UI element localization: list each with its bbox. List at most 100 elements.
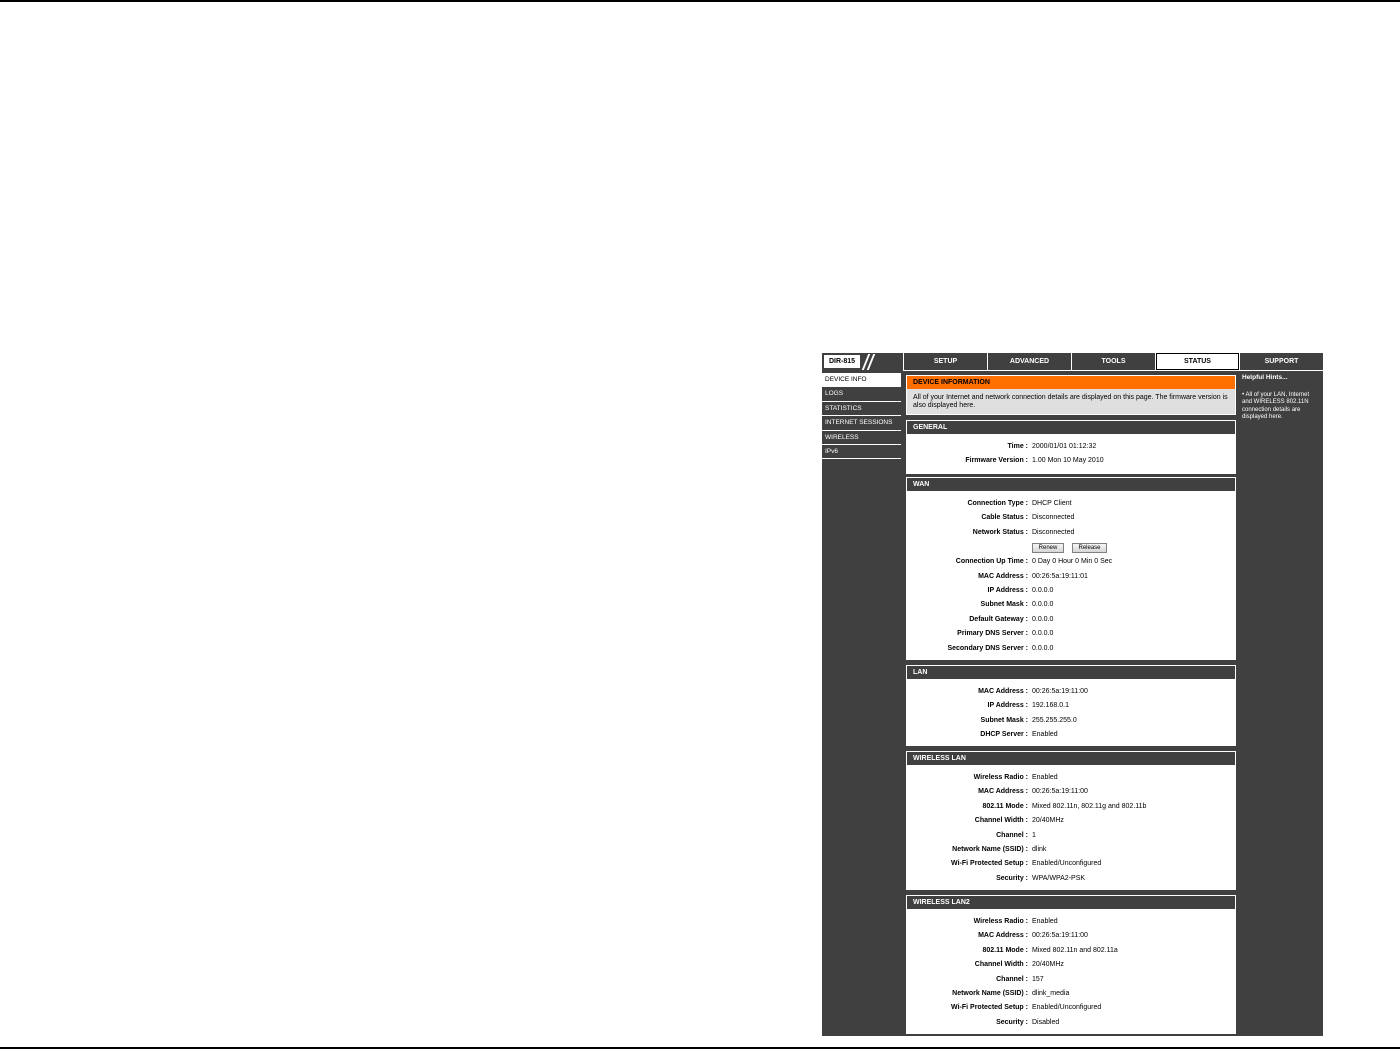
wan-ip-address-label: IP Address : [987,586,1028,594]
wlan2-80211-mode-value: Mixed 802.11n and 802.11a [1032,946,1118,954]
wan-section: WAN Connection Type : DHCP Client Cable … [906,477,1236,660]
wan-subnet-mask-row: Subnet Mask : 0.0.0.0 [907,598,1235,612]
model-number: DIR-815 [824,355,860,368]
hints-title: Helpful Hints... [1242,374,1288,381]
wlan2-wireless-radio-value: Enabled [1032,918,1058,925]
sidebar-item-statistics[interactable]: STATISTICS [822,402,901,417]
wlan2-channel-width-row: Channel Width : 20/40MHz [907,958,1235,972]
secondary-dns-server-value: 0.0.0.0 [1032,644,1054,652]
wlan-channel-label: Channel : [996,831,1028,839]
wlan2-channel-value: 157 [1032,975,1044,983]
wlan2-channel-width-label: Channel Width : [974,961,1028,969]
sidebar-item-wireless[interactable]: WIRELESS [822,431,901,445]
wan-ip-address-row: IP Address : 0.0.0.0 [907,584,1235,598]
connection-up-time-label: Connection Up Time : [955,558,1028,566]
wan-section-title: WAN [907,478,1235,491]
bottom-rule [0,1047,1400,1049]
dhcp-server-row: DHCP Server : Enabled [907,728,1235,742]
cable-status-row: Cable Status : Disconnected [907,511,1235,525]
primary-dns-server-row: Primary DNS Server : 0.0.0.0 [907,627,1235,641]
dhcp-server-label: DHCP Server : [980,731,1028,739]
router-status-page: DIR-815 SETUP ADVANCED TOOLS STATUS SUPP… [822,353,1323,1036]
wlan2-channel-label: Channel : [996,975,1028,983]
main-content: DEVICE INFORMATION All of your Internet … [903,371,1239,1036]
firmware-version-row: Firmware Version : 1.00 Mon 10 May 2010 [907,454,1235,468]
lan-ip-address-label: IP Address : [987,702,1028,710]
helpful-hints-panel: Helpful Hints... • All of your LAN, Inte… [1239,371,1323,1036]
lan-section: LAN MAC Address : 00:26:5a:19:11:00 IP A… [906,665,1236,746]
sidebar: DEVICE INFO LOGS STATISTICS INTERNET SES… [822,371,903,1036]
tab-tools[interactable]: TOOLS [1071,353,1155,371]
lan-subnet-mask-label: Subnet Mask : [980,716,1028,724]
tab-support[interactable]: SUPPORT [1239,353,1323,371]
time-label: Time : [1007,443,1029,450]
lan-section-body: MAC Address : 00:26:5a:19:11:00 IP Addre… [907,679,1235,743]
cable-status-label: Cable Status : [981,514,1028,522]
time-value: 2000/01/01 01:12:32 [1032,443,1097,450]
wireless-lan-section-body: Wireless Radio : Enabled MAC Address : 0… [907,765,1235,886]
general-section-title: GENERAL [907,421,1235,434]
wireless-lan-section: WIRELESS LAN Wireless Radio : Enabled MA… [906,751,1236,890]
renew-button[interactable]: Renew [1032,542,1064,553]
wan-subnet-mask-label: Subnet Mask : [980,601,1028,609]
general-section: GENERAL Time : 2000/01/01 01:12:32 Firmw… [906,420,1236,474]
sidebar-item-internet-sessions[interactable]: INTERNET SESSIONS [822,416,901,431]
wireless-lan2-section-title: WIRELESS LAN2 [907,896,1235,909]
firmware-version-label: Firmware Version : [965,457,1028,465]
top-rule [0,0,1400,2]
firmware-version-value: 1.00 Mon 10 May 2010 [1032,457,1104,465]
wlan-wps-label: Wi-Fi Protected Setup : [951,860,1028,868]
wlan-80211-mode-label: 802.11 Mode : [982,802,1028,810]
product-logo: DIR-815 [822,353,903,371]
wlan-mac-address-value: 00:26:5a:19:11:00 [1032,788,1088,796]
wlan-ssid-row: Network Name (SSID) : dlink [907,843,1235,857]
primary-dns-server-value: 0.0.0.0 [1032,630,1054,638]
page-title: DEVICE INFORMATION [907,376,1235,389]
tab-advanced[interactable]: ADVANCED [987,353,1071,371]
secondary-dns-server-label: Secondary DNS Server : [947,644,1028,652]
wlan2-security-row: Security : Disabled [907,1016,1235,1030]
wlan-wireless-radio-value: Enabled [1032,774,1058,781]
wlan-mac-address-label: MAC Address : [978,788,1028,796]
lan-subnet-mask-row: Subnet Mask : 255.255.255.0 [907,714,1235,728]
lan-ip-address-value: 192.168.0.1 [1032,702,1069,710]
sidebar-item-ipv6[interactable]: IPv6 [822,445,901,460]
wan-mac-address-value: 00:26:5a:19:11:01 [1032,572,1088,580]
page-description: All of your Internet and network connect… [913,394,1228,409]
wlan2-wps-value: Enabled/Unconfigured [1032,1004,1102,1012]
wlan2-wireless-radio-row: Wireless Radio : Enabled [907,915,1235,929]
connection-type-value: DHCP Client [1032,500,1072,507]
lan-ip-address-row: IP Address : 192.168.0.1 [907,699,1235,713]
wlan2-80211-mode-row: 802.11 Mode : Mixed 802.11n and 802.11a [907,944,1235,958]
wlan-ssid-value: dlink [1032,845,1047,853]
wlan-wireless-radio-row: Wireless Radio : Enabled [907,771,1235,785]
wlan2-wireless-radio-label: Wireless Radio : [973,918,1028,925]
wlan-security-row: Security : WPA/WPA2-PSK [907,872,1235,886]
wlan2-80211-mode-label: 802.11 Mode : [982,946,1028,954]
wan-mac-address-label: MAC Address : [978,572,1028,580]
wlan2-ssid-label: Network Name (SSID) : [952,989,1028,997]
wlan2-security-value: Disabled [1032,1018,1060,1026]
wlan-channel-width-row: Channel Width : 20/40MHz [907,814,1235,828]
network-status-label: Network Status : [972,528,1028,536]
wlan-channel-width-value: 20/40MHz [1032,817,1064,825]
network-status-value: Disconnected [1032,528,1075,536]
tab-setup[interactable]: SETUP [903,353,987,371]
release-button[interactable]: Release [1072,542,1107,553]
wan-section-body: Connection Type : DHCP Client Cable Stat… [907,491,1235,656]
wlan-wps-value: Enabled/Unconfigured [1032,860,1102,868]
wlan-channel-value: 1 [1032,831,1036,839]
cable-status-value: Disconnected [1032,514,1075,522]
tab-status[interactable]: STATUS [1155,353,1239,371]
wlan-80211-mode-value: Mixed 802.11n, 802.11g and 802.11b [1032,802,1147,810]
wlan-security-label: Security : [996,874,1028,882]
wlan2-mac-address-label: MAC Address : [978,932,1028,940]
hints-text: All of your LAN, Internet and WIRELESS 8… [1242,392,1310,420]
wlan2-security-label: Security : [996,1018,1028,1026]
wlan2-mac-address-value: 00:26:5a:19:11:00 [1032,932,1088,940]
sidebar-item-device-info[interactable]: DEVICE INFO [822,373,901,388]
sidebar-item-logs[interactable]: LOGS [822,387,901,402]
network-status-row: Network Status : Disconnected [907,526,1235,540]
sidebar-list: DEVICE INFO LOGS STATISTICS INTERNET SES… [822,373,901,460]
wlan2-ssid-value: dlink_media [1032,989,1070,997]
